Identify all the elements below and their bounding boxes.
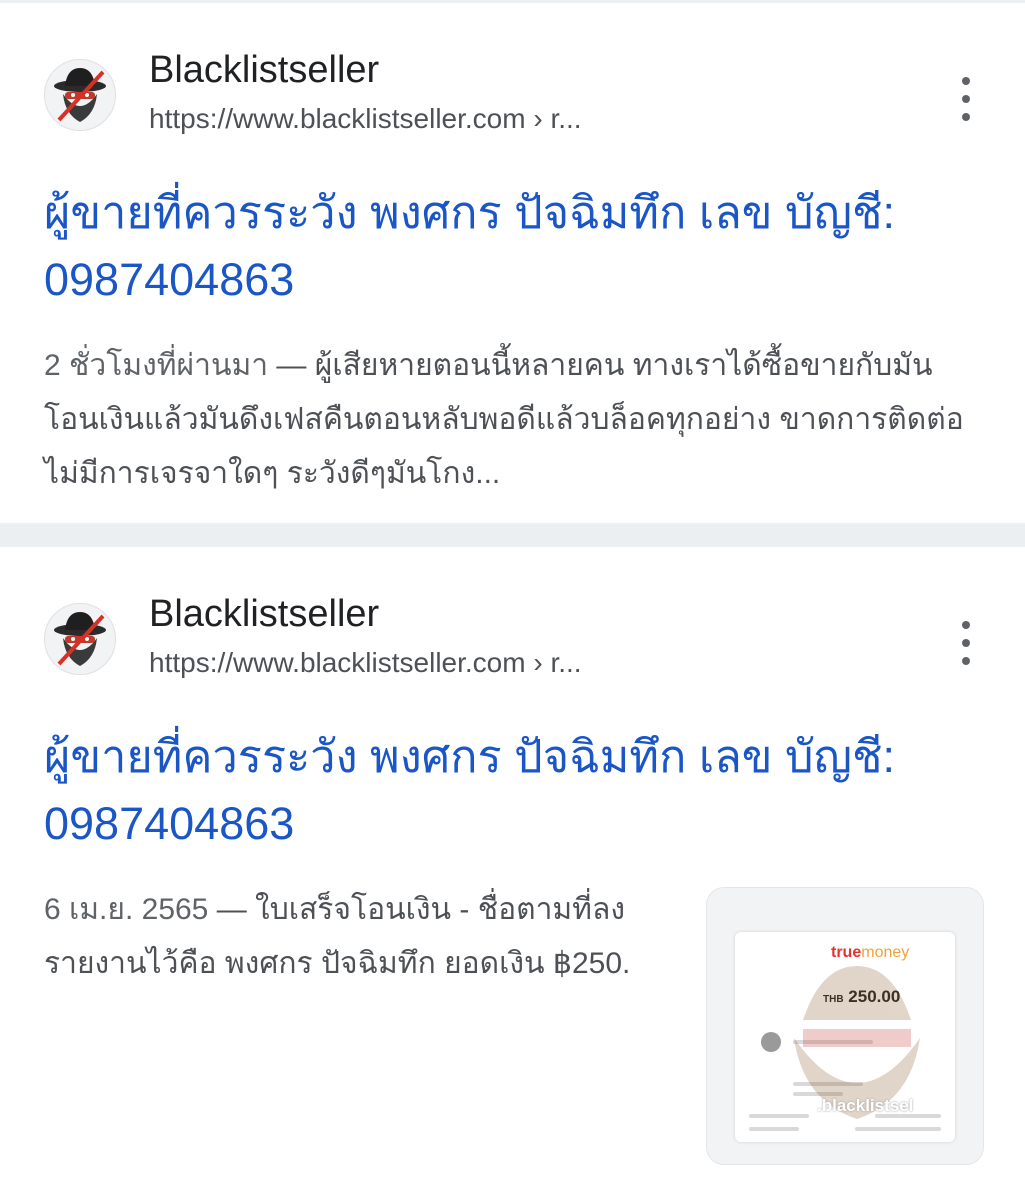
site-favicon-icon — [44, 59, 116, 131]
result-title-link[interactable]: ผู้ขายที่ควรระวัง พงศกร ปัจฉิมทึก เลข บั… — [44, 723, 964, 857]
result-snippet: 6 เม.ย. 2565 — ใบเสร็จโอนเงิน - ชื่อตามท… — [44, 883, 684, 991]
site-url: https://www.blacklistseller.com › r... — [149, 647, 582, 678]
result-date: 6 เม.ย. 2565 — [44, 893, 209, 926]
result-thumbnail[interactable]: truemoney THB 250.00 .blacklistsel — [706, 887, 984, 1165]
site-header[interactable]: Blacklistseller https://www.blacklistsel… — [44, 593, 944, 679]
result-snippet: 2 ชั่วโมงที่ผ่านมา — ผู้เสียหายตอนนี้หลา… — [44, 339, 974, 501]
site-favicon-icon — [44, 603, 116, 675]
more-vert-icon[interactable] — [946, 621, 986, 665]
search-result-card: Blacklistseller https://www.blacklistsel… — [0, 547, 1025, 1200]
site-url: https://www.blacklistseller.com › r... — [149, 103, 582, 134]
search-result-card: Blacklistseller https://www.blacklistsel… — [0, 3, 1025, 523]
more-vert-icon[interactable] — [946, 77, 986, 121]
site-name: Blacklistseller — [149, 593, 380, 635]
site-header[interactable]: Blacklistseller https://www.blacklistsel… — [44, 49, 944, 135]
watermark-text: .blacklistsel — [817, 1096, 914, 1115]
result-date: 2 ชั่วโมงที่ผ่านมา — [44, 349, 269, 382]
result-title-link[interactable]: ผู้ขายที่ควรระวัง พงศกร ปัจฉิมทึก เลข บั… — [44, 179, 964, 313]
site-name: Blacklistseller — [149, 49, 380, 91]
result-separator — [0, 523, 1025, 547]
